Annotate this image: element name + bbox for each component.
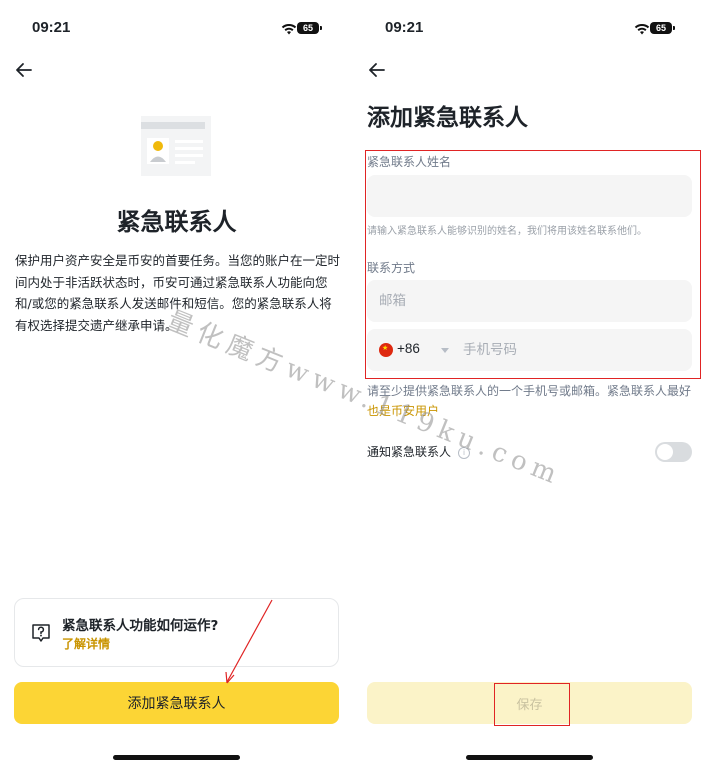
info-icon[interactable]: i	[458, 447, 470, 459]
notify-contact-toggle[interactable]	[655, 442, 692, 462]
add-emergency-contact-button[interactable]: 添加紧急联系人	[14, 682, 339, 724]
left-screen: 09:21 65 紧急联系人 保护用户资产安全是币安的首要任务。当您的账户在一定…	[0, 0, 353, 768]
page-title: 紧急联系人	[116, 208, 237, 236]
wifi-icon	[634, 20, 650, 39]
question-bubble-icon	[31, 623, 51, 643]
contact-method-label: 联系方式	[367, 261, 416, 275]
status-bar: 09:21 65	[0, 18, 353, 40]
name-field-label: 紧急联系人姓名	[367, 155, 452, 169]
contact-name-input[interactable]	[367, 175, 692, 217]
name-field-hint: 请输入紧急联系人能够识别的姓名，我们将用该姓名联系他们。	[367, 226, 647, 237]
status-time: 09:21	[385, 19, 424, 36]
battery-icon: 65	[297, 22, 322, 34]
wifi-icon	[281, 20, 297, 39]
chevron-down-icon[interactable]	[441, 348, 449, 353]
status-bar: 09:21 65	[353, 18, 706, 40]
phone-field: ★ +86	[367, 329, 692, 371]
note-text: 请至少提供紧急联系人的一个手机号或邮箱。紧急联系人最好	[367, 384, 692, 398]
toggle-knob	[657, 444, 673, 460]
country-code[interactable]: +86	[397, 341, 420, 356]
how-it-works-title: 紧急联系人功能如何运作?	[62, 618, 219, 634]
china-flag-icon[interactable]: ★	[379, 343, 393, 357]
right-screen: 09:21 65 添加紧急联系人 紧急联系人姓名 请输入紧急联系人能够识别的姓名…	[353, 0, 706, 768]
binance-user-link[interactable]: 也是币安用户	[367, 404, 439, 418]
battery-icon: 65	[650, 22, 675, 34]
how-it-works-card[interactable]: 紧急联系人功能如何运作? 了解详情	[14, 598, 339, 667]
notify-contact-label: 通知紧急联系人	[367, 445, 452, 459]
page-description: 保护用户资产安全是币安的首要任务。当您的账户在一定时间内处于非活跃状态时，币安可…	[15, 253, 341, 333]
back-arrow-icon[interactable]	[365, 58, 389, 82]
page-title: 添加紧急联系人	[367, 105, 528, 131]
learn-more-link[interactable]: 了解详情	[62, 635, 110, 652]
contact-requirement-note: 请至少提供紧急联系人的一个手机号或邮箱。紧急联系人最好也是币安用户	[367, 381, 693, 421]
phone-number-input[interactable]	[463, 340, 683, 360]
back-arrow-icon[interactable]	[12, 58, 36, 82]
status-time: 09:21	[32, 19, 71, 36]
notify-contact-row: 通知紧急联系人 i	[367, 442, 692, 462]
save-button[interactable]: 保存	[367, 682, 692, 724]
contact-card-illustration	[141, 116, 211, 176]
email-input[interactable]	[367, 280, 692, 322]
home-indicator	[466, 755, 593, 760]
home-indicator	[113, 755, 240, 760]
